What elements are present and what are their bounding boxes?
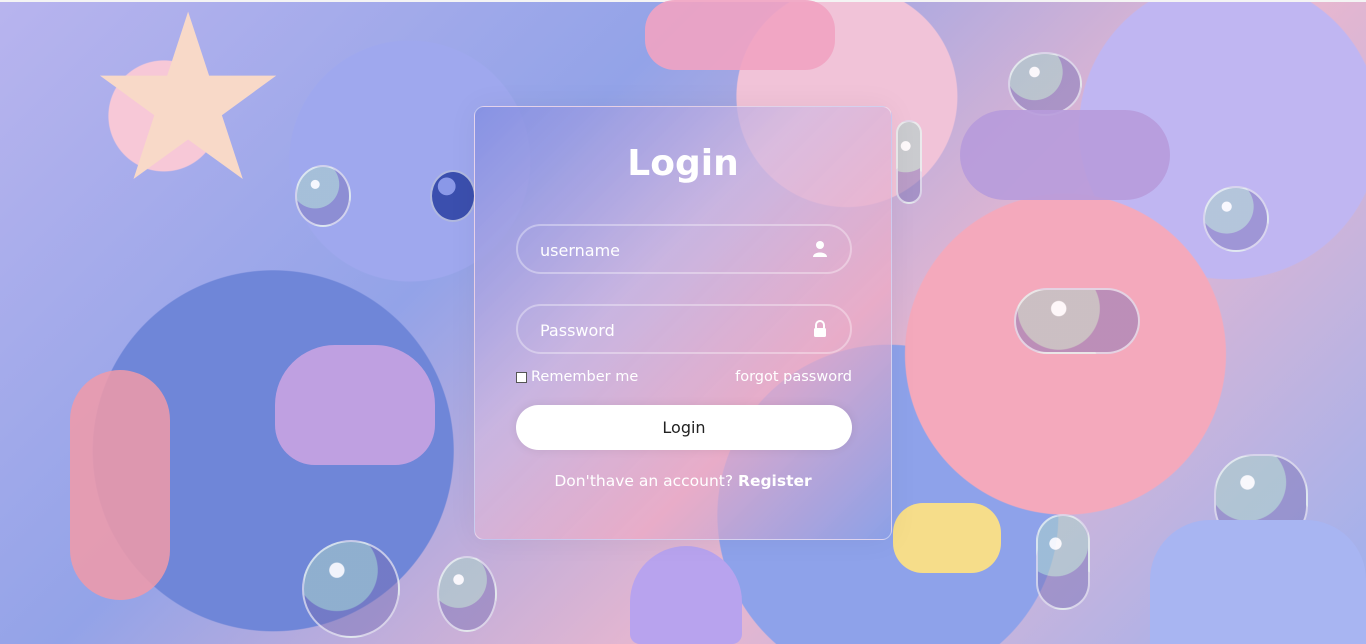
- register-prompt-text: Don'thave an account?: [554, 472, 734, 490]
- bunny-illustration: [893, 503, 1001, 573]
- bubble-illustration: [295, 165, 351, 227]
- bubble-illustration: [896, 120, 922, 204]
- username-input[interactable]: [538, 226, 802, 274]
- bubble-illustration: [302, 540, 400, 638]
- bubble-illustration: [437, 556, 497, 632]
- seahorse-illustration: [645, 0, 835, 70]
- password-input[interactable]: [538, 306, 802, 354]
- password-field[interactable]: [516, 304, 852, 354]
- narwhal-illustration: [275, 345, 435, 465]
- bubble-illustration: [1014, 288, 1140, 354]
- login-button[interactable]: Login: [516, 405, 852, 450]
- creature-illustration: [70, 370, 170, 600]
- options-row: Remember me forgot password: [516, 369, 852, 389]
- remember-me[interactable]: Remember me: [516, 369, 638, 385]
- remember-label: Remember me: [531, 369, 639, 385]
- shark-illustration: [960, 110, 1170, 200]
- register-prompt: Don'thave an account? Register: [475, 472, 891, 490]
- lock-icon: [814, 320, 826, 337]
- remember-checkbox[interactable]: [516, 371, 527, 383]
- register-link[interactable]: Register: [738, 472, 812, 490]
- bubble-illustration: [1008, 52, 1082, 116]
- bubble-illustration: [1203, 186, 1269, 252]
- user-icon: [813, 241, 827, 257]
- forgot-password-link[interactable]: forgot password: [735, 369, 852, 385]
- login-form: Login Remember me forgot password Login: [474, 106, 892, 540]
- bubble-illustration: [430, 170, 476, 222]
- username-field[interactable]: [516, 224, 852, 274]
- login-title: Login: [627, 143, 739, 184]
- starfish-illustration: ★: [85, 0, 292, 233]
- bubble-illustration: [1036, 514, 1090, 610]
- creature-illustration: [1150, 520, 1366, 644]
- jellyfish-illustration: [630, 546, 742, 644]
- login-page: ★ Login username Remember me forgot pass…: [0, 0, 1366, 644]
